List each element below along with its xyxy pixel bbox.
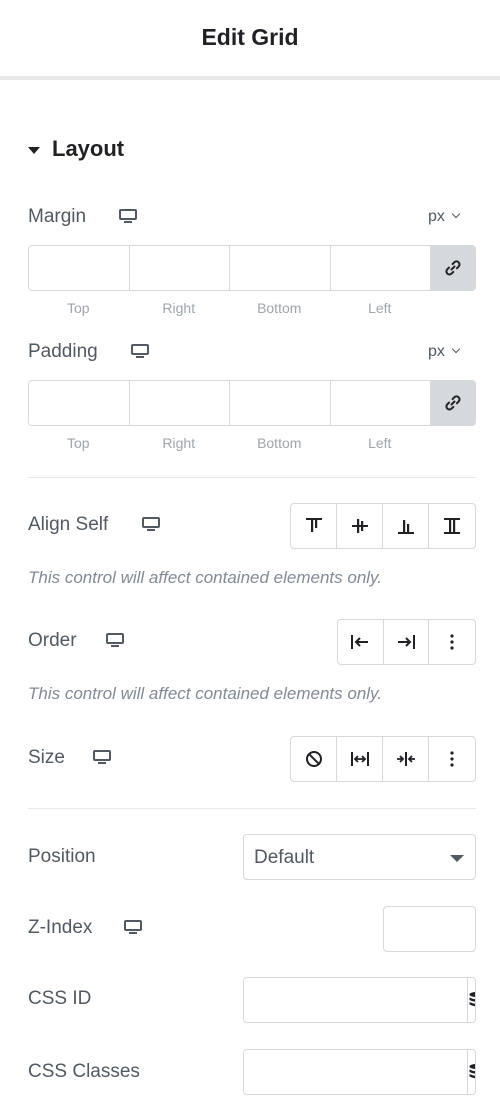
size-more-button[interactable] xyxy=(429,737,475,781)
desktop-icon[interactable] xyxy=(142,517,160,532)
size-label: Size xyxy=(28,747,65,768)
order-end-button[interactable] xyxy=(384,620,430,664)
align-center-button[interactable] xyxy=(337,504,383,548)
desktop-icon[interactable] xyxy=(131,344,149,359)
dynamic-tags-icon xyxy=(469,1064,475,1079)
section-label: Layout xyxy=(52,136,125,161)
margin-unit-select[interactable]: px xyxy=(428,208,461,226)
position-select[interactable]: Default xyxy=(243,834,476,880)
shrink-icon xyxy=(396,752,415,766)
padding-left-input[interactable] xyxy=(330,381,431,425)
margin-top-input[interactable] xyxy=(29,246,130,290)
order-start-button[interactable] xyxy=(338,620,384,664)
z-index-label: Z-Index xyxy=(28,917,93,938)
align-end-icon xyxy=(397,520,414,534)
css-classes-dynamic-tags-button[interactable] xyxy=(467,1050,475,1094)
none-icon xyxy=(305,751,322,767)
size-shrink-button[interactable] xyxy=(383,737,429,781)
align-start-button[interactable] xyxy=(291,504,337,548)
side-label-right: Right xyxy=(162,300,196,316)
header-divider xyxy=(0,76,500,80)
side-label-bottom: Bottom xyxy=(257,300,302,316)
link-icon xyxy=(445,260,461,276)
align-stretch-icon xyxy=(444,518,460,534)
side-label-bottom: Bottom xyxy=(257,435,302,451)
position-label: Position xyxy=(28,846,96,867)
dynamic-tags-icon xyxy=(469,992,475,1007)
margin-side-labels: Top Right Bottom Left xyxy=(28,300,430,316)
more-icon xyxy=(450,634,454,650)
padding-top-input[interactable] xyxy=(29,381,130,425)
side-label-left: Left xyxy=(368,300,392,316)
css-classes-label: CSS Classes xyxy=(28,1061,140,1082)
margin-label: Margin xyxy=(28,206,87,227)
desktop-icon[interactable] xyxy=(124,920,142,935)
panel-header: Edit Grid xyxy=(0,0,500,80)
margin-link-button[interactable] xyxy=(431,246,475,290)
align-self-note: This control will affect contained eleme… xyxy=(28,568,383,587)
margin-unit-label: px xyxy=(428,208,445,225)
padding-right-input[interactable] xyxy=(129,381,230,425)
css-id-label: CSS ID xyxy=(28,988,92,1009)
caret-down-icon xyxy=(28,146,40,154)
size-none-button[interactable] xyxy=(291,737,337,781)
size-grow-button[interactable] xyxy=(337,737,383,781)
align-stretch-button[interactable] xyxy=(429,504,475,548)
order-start-icon xyxy=(351,635,369,649)
side-label-left: Left xyxy=(368,435,392,451)
size-buttons xyxy=(290,736,476,782)
desktop-icon[interactable] xyxy=(119,209,137,224)
side-label-top: Top xyxy=(66,300,90,316)
margin-bottom-input[interactable] xyxy=(230,246,331,290)
link-icon xyxy=(445,395,461,411)
align-self-label: Align Self xyxy=(28,514,109,535)
order-end-icon xyxy=(398,635,415,649)
css-id-field xyxy=(243,977,476,1023)
side-label-right: Right xyxy=(162,435,196,451)
desktop-icon[interactable] xyxy=(106,633,124,648)
align-end-button[interactable] xyxy=(383,504,429,548)
chevron-down-icon xyxy=(451,344,461,354)
padding-unit-select[interactable]: px xyxy=(428,343,461,361)
padding-label: Padding xyxy=(28,341,98,362)
panel-title: Edit Grid xyxy=(201,24,299,50)
position-select-value: Default xyxy=(254,847,315,868)
section-divider xyxy=(28,808,476,809)
order-more-button[interactable] xyxy=(429,620,475,664)
css-classes-input[interactable] xyxy=(244,1050,467,1094)
side-label-top: Top xyxy=(66,435,90,451)
css-classes-field xyxy=(243,1049,476,1095)
grow-icon xyxy=(350,752,369,766)
css-id-dynamic-tags-button[interactable] xyxy=(467,978,475,1022)
layout-section-toggle[interactable]: Layout xyxy=(28,134,124,164)
padding-bottom-input[interactable] xyxy=(230,381,331,425)
align-self-buttons xyxy=(290,503,476,549)
margin-left-input[interactable] xyxy=(330,246,431,290)
align-start-icon xyxy=(305,518,322,532)
margin-right-input[interactable] xyxy=(129,246,230,290)
caret-down-icon xyxy=(450,855,464,862)
padding-inputs xyxy=(28,380,476,426)
z-index-input[interactable] xyxy=(383,906,476,952)
order-buttons xyxy=(337,619,476,665)
align-center-icon xyxy=(351,519,368,533)
padding-unit-label: px xyxy=(428,343,445,360)
css-id-input[interactable] xyxy=(244,978,467,1022)
chevron-down-icon xyxy=(451,209,461,219)
section-divider xyxy=(28,477,476,478)
more-icon xyxy=(450,751,454,767)
padding-link-button[interactable] xyxy=(431,381,475,425)
order-label: Order xyxy=(28,630,77,651)
order-note: This control will affect contained eleme… xyxy=(28,684,383,703)
margin-inputs xyxy=(28,245,476,291)
padding-side-labels: Top Right Bottom Left xyxy=(28,435,430,451)
desktop-icon[interactable] xyxy=(93,750,111,765)
